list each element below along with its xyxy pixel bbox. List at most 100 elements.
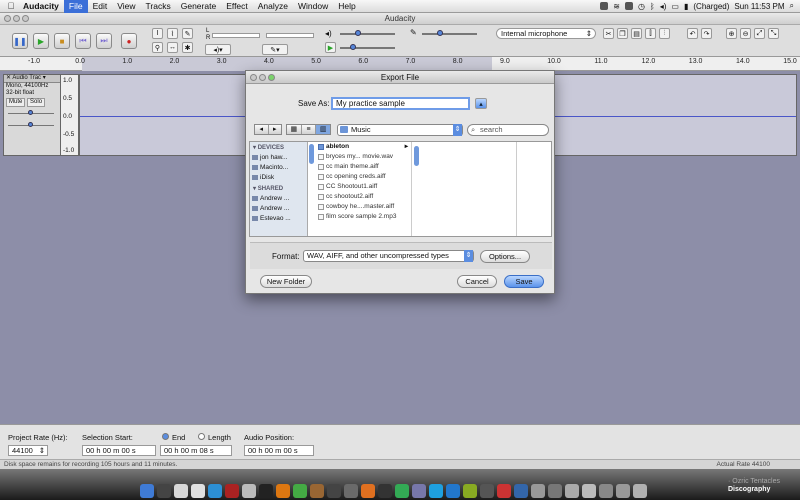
undo-icon[interactable]: ↶ bbox=[687, 28, 698, 39]
volume-icon[interactable]: ◂) bbox=[660, 2, 667, 11]
menu-window[interactable]: Window bbox=[293, 0, 333, 13]
sidebar-item-shared[interactable]: Estevao ... bbox=[250, 214, 307, 224]
play-speed-slider[interactable] bbox=[340, 47, 395, 49]
selection-end-field[interactable]: 00 h 00 m 08 s bbox=[160, 445, 232, 456]
menu-edit[interactable]: Edit bbox=[88, 0, 113, 13]
app-icon[interactable] bbox=[327, 484, 341, 498]
draw-tool-icon[interactable]: ✎ bbox=[182, 28, 193, 39]
menu-file[interactable]: File bbox=[63, 0, 88, 13]
menu-analyze[interactable]: Analyze bbox=[253, 0, 293, 13]
dialog-minimize-icon[interactable] bbox=[259, 74, 266, 81]
file-item[interactable]: film score sample 2.mp3 bbox=[316, 212, 411, 222]
audio-position-field[interactable]: 00 h 00 m 00 s bbox=[244, 445, 314, 456]
play-button[interactable]: ▶ bbox=[33, 33, 49, 49]
stop-button[interactable]: ■ bbox=[54, 33, 70, 49]
bluetooth-icon[interactable]: ᛒ bbox=[650, 2, 655, 11]
sidebar-item-device[interactable]: Macinto... bbox=[250, 163, 307, 173]
app-icon[interactable] bbox=[412, 484, 426, 498]
app-icon[interactable] bbox=[599, 484, 613, 498]
skype-icon[interactable] bbox=[429, 484, 443, 498]
location-popup[interactable]: Music ⇕ bbox=[337, 124, 463, 136]
app-icon[interactable] bbox=[276, 484, 290, 498]
format-select[interactable]: WAV, AIFF, and other uncompressed types … bbox=[303, 250, 474, 262]
menu-help[interactable]: Help bbox=[333, 0, 360, 13]
battery-status[interactable]: (Charged) bbox=[693, 2, 729, 11]
gain-slider[interactable] bbox=[4, 107, 60, 119]
input-volume-knob[interactable] bbox=[437, 30, 443, 36]
multi-tool-icon[interactable]: ✱ bbox=[182, 42, 193, 53]
menu-audacity[interactable]: Audacity bbox=[18, 0, 64, 13]
column-view-icon[interactable]: ▥ bbox=[316, 125, 331, 134]
input-meter-menu[interactable]: ✎▾ bbox=[262, 44, 288, 55]
flag-icon[interactable]: ▭ bbox=[671, 2, 679, 11]
app-icon[interactable] bbox=[344, 484, 358, 498]
search-input[interactable]: ⌕ search bbox=[467, 124, 549, 136]
trim-icon[interactable]: ⫿ bbox=[645, 28, 656, 39]
timeshift-tool-icon[interactable]: ↔ bbox=[167, 42, 178, 53]
mute-button[interactable]: Mute bbox=[6, 98, 26, 107]
save-button[interactable]: Save bbox=[504, 275, 544, 288]
time-machine-icon[interactable]: ◷ bbox=[638, 2, 645, 11]
zoom-in-icon[interactable]: ⊕ bbox=[726, 28, 737, 39]
file-item[interactable]: cc main theme.aiff bbox=[316, 162, 411, 172]
close-window-icon[interactable] bbox=[4, 15, 11, 22]
redo-icon[interactable]: ↷ bbox=[701, 28, 712, 39]
firefox-icon[interactable] bbox=[361, 484, 375, 498]
safari-icon[interactable] bbox=[174, 484, 188, 498]
app-icon[interactable] bbox=[548, 484, 562, 498]
trash-icon[interactable] bbox=[633, 484, 647, 498]
dashboard-icon[interactable] bbox=[157, 484, 171, 498]
app-icon[interactable] bbox=[446, 484, 460, 498]
app-icon[interactable] bbox=[208, 484, 222, 498]
timeline-ruler[interactable]: -1.0 0.0 1.0 2.0 3.0 4.0 5.0 6.0 7.0 8.0 9.0 10.0 11… bbox=[0, 57, 800, 71]
app-icon[interactable] bbox=[480, 484, 494, 498]
solo-button[interactable]: Solo bbox=[27, 98, 46, 107]
dialog-close-icon[interactable] bbox=[250, 74, 257, 81]
file-item[interactable]: CC Shootout1.aiff bbox=[316, 182, 411, 192]
pause-button[interactable]: ❚❚ bbox=[12, 33, 28, 49]
sidebar-item-device[interactable]: jon haw... bbox=[250, 153, 307, 163]
expand-dialog-button[interactable]: ▴ bbox=[475, 98, 487, 109]
app-icon[interactable] bbox=[565, 484, 579, 498]
menu-view[interactable]: View bbox=[112, 0, 140, 13]
file-item[interactable]: cowboy he....master.aiff bbox=[316, 202, 411, 212]
back-icon[interactable]: ◂ bbox=[255, 125, 269, 134]
app-icon[interactable] bbox=[293, 484, 307, 498]
fit-project-icon[interactable]: ⤡ bbox=[768, 28, 779, 39]
new-folder-button[interactable]: New Folder bbox=[260, 275, 312, 288]
save-as-input[interactable]: My practice sample bbox=[331, 97, 470, 110]
length-radio[interactable] bbox=[198, 433, 205, 440]
pan-slider[interactable] bbox=[4, 119, 60, 131]
menu-generate[interactable]: Generate bbox=[176, 0, 221, 13]
menu-tracks[interactable]: Tracks bbox=[141, 0, 176, 13]
input-device-select[interactable]: Internal microphone ⇕ bbox=[496, 28, 596, 39]
menu-effect[interactable]: Effect bbox=[221, 0, 253, 13]
sidebar-item-shared[interactable]: Andrew ... bbox=[250, 204, 307, 214]
fit-selection-icon[interactable]: ⤢ bbox=[754, 28, 765, 39]
status-icon[interactable] bbox=[600, 2, 609, 10]
output-volume-slider[interactable] bbox=[340, 33, 395, 35]
app-icon[interactable] bbox=[616, 484, 630, 498]
app-icon[interactable] bbox=[531, 484, 545, 498]
selection-tool-icon[interactable]: I bbox=[152, 28, 163, 39]
wifi-icon[interactable]: ≋ bbox=[613, 2, 620, 11]
input-volume-slider[interactable] bbox=[422, 33, 477, 35]
spotlight-icon[interactable]: ⌕ bbox=[790, 1, 794, 11]
folder-item[interactable]: ableton ▸ bbox=[316, 142, 411, 152]
play-at-speed-button[interactable]: ▶ bbox=[325, 42, 336, 53]
icon-view-icon[interactable]: ▦ bbox=[287, 125, 302, 134]
cancel-button[interactable]: Cancel bbox=[457, 275, 497, 288]
list-view-icon[interactable]: ≡ bbox=[302, 125, 317, 134]
minimize-window-icon[interactable] bbox=[13, 15, 20, 22]
clock[interactable]: Sun 11:53 PM bbox=[734, 2, 784, 11]
cut-icon[interactable]: ✂ bbox=[603, 28, 614, 39]
output-meter-menu[interactable]: ◂)▾ bbox=[205, 44, 231, 55]
app-icon[interactable] bbox=[497, 484, 511, 498]
finder-icon[interactable] bbox=[140, 484, 154, 498]
paste-icon[interactable]: ▤ bbox=[631, 28, 642, 39]
project-rate-select[interactable]: 44100 ⇕ bbox=[8, 445, 48, 456]
app-icon[interactable] bbox=[242, 484, 256, 498]
file-item[interactable]: cc shootout2.aiff bbox=[316, 192, 411, 202]
file-column-scrollbar[interactable] bbox=[414, 146, 419, 166]
zoom-window-icon[interactable] bbox=[22, 15, 29, 22]
